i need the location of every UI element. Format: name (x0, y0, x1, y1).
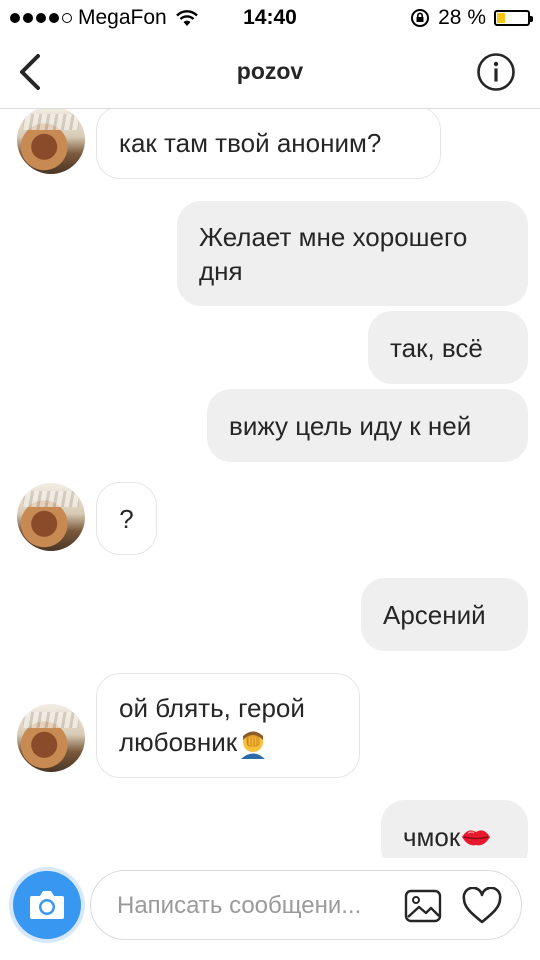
battery-icon (494, 10, 533, 26)
message-bubble-incoming[interactable]: ? (96, 482, 157, 555)
message-text-line: ой блять, герой (119, 692, 305, 723)
message-text-line: Желает мне хорошего (199, 221, 468, 252)
message-text: вижу цель иду к ней (229, 410, 472, 441)
message-bubble-incoming[interactable]: ой блять, герой любовник (96, 673, 360, 778)
message-thread[interactable]: как там твой аноним? Желает мне хорошего… (0, 108, 540, 858)
message-text-line: любовник (119, 726, 238, 757)
camera-button[interactable] (13, 871, 81, 939)
message-text: так, всё (390, 332, 483, 363)
message-text: Арсений (383, 599, 486, 630)
battery-percent: 28 % (438, 6, 486, 29)
avatar[interactable] (17, 108, 85, 174)
message-bubble-outgoing[interactable]: так, всё (368, 311, 528, 384)
message-text-line-with-emoji: любовник (119, 725, 305, 760)
status-bar: MegaFon 14:40 28 % (0, 0, 540, 36)
camera-icon (30, 891, 64, 919)
message-input[interactable] (115, 885, 399, 927)
message-composer (0, 858, 540, 960)
orientation-lock-icon (411, 9, 430, 27)
message-bubble-outgoing[interactable]: Арсений (361, 578, 528, 651)
image-gallery-icon[interactable] (404, 887, 442, 925)
battery-level-fill (497, 13, 505, 23)
message-text: Желает мне хорошего дня (199, 220, 467, 288)
heart-icon[interactable] (461, 887, 503, 925)
message-input-container (90, 870, 522, 940)
message-bubble-outgoing[interactable]: вижу цель иду к ней (207, 389, 528, 462)
message-text: ой блять, герой любовник (119, 691, 305, 760)
facepalm-emoji-icon (241, 731, 266, 760)
kiss-lips-icon (462, 829, 491, 845)
message-bubble-incoming[interactable]: как там твой аноним? (96, 108, 441, 179)
message-text: чмок (403, 821, 461, 852)
status-right: 28 % (410, 6, 533, 30)
chat-title[interactable]: pozov (0, 58, 540, 85)
avatar[interactable] (17, 704, 85, 772)
message-text: как там твой аноним? (119, 127, 382, 158)
message-text: ? (119, 503, 134, 534)
chat-header: pozov (0, 36, 540, 109)
message-bubble-outgoing[interactable]: чмок (381, 800, 528, 858)
avatar[interactable] (17, 483, 85, 551)
message-bubble-outgoing[interactable]: Желает мне хорошего дня (177, 201, 528, 306)
message-text-line: дня (199, 255, 243, 286)
info-icon[interactable] (476, 52, 516, 92)
